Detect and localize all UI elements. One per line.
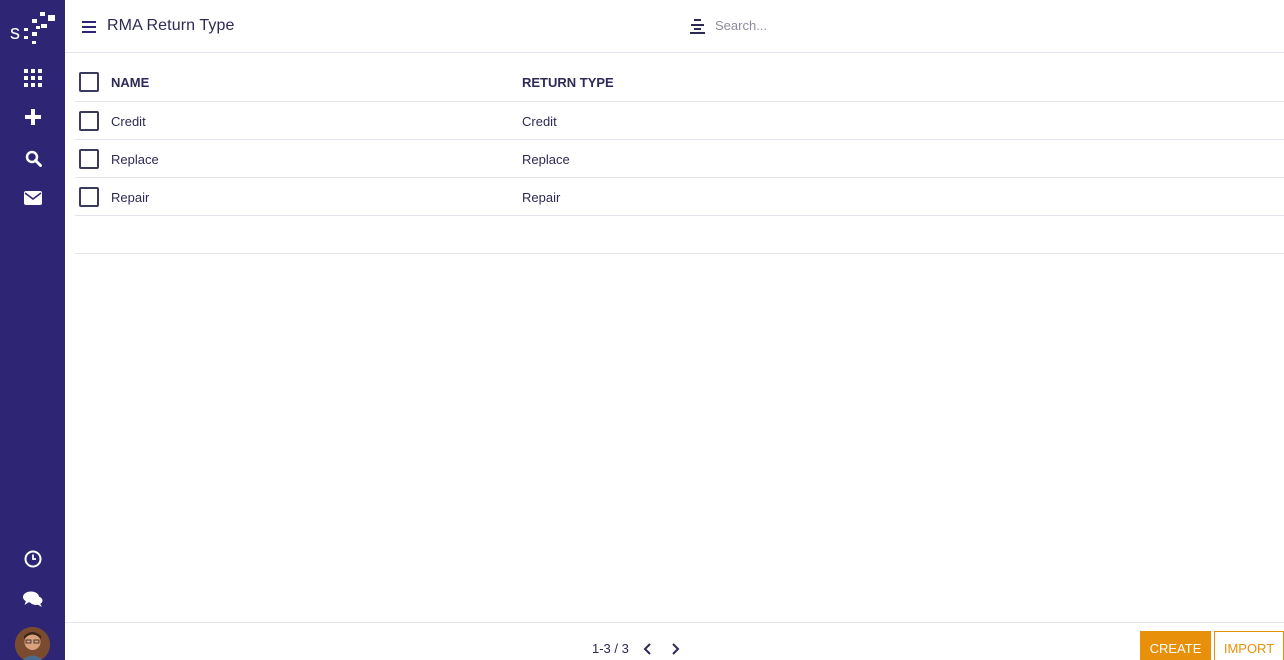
- app-logo[interactable]: s: [8, 8, 58, 50]
- next-page-icon[interactable]: [668, 642, 682, 656]
- row-checkbox[interactable]: [79, 149, 99, 169]
- page-title: RMA Return Type: [107, 17, 235, 34]
- table-row[interactable]: Replace Replace: [75, 140, 1284, 178]
- row-checkbox[interactable]: [79, 111, 99, 131]
- cell-name: Repair: [111, 190, 150, 205]
- top-bar: RMA Return Type: [65, 0, 1284, 53]
- table-row[interactable]: Credit Credit: [75, 102, 1284, 140]
- table-row[interactable]: Repair Repair: [75, 178, 1284, 216]
- plus-icon[interactable]: [20, 104, 46, 130]
- table-header-row: NAME RETURN TYPE: [75, 62, 1284, 102]
- column-header-return-type[interactable]: RETURN TYPE: [522, 75, 614, 90]
- column-header-name[interactable]: NAME: [111, 75, 149, 90]
- table-empty-row: [75, 216, 1284, 254]
- pagination-label: 1-3 / 3: [592, 641, 629, 656]
- previous-page-icon[interactable]: [641, 642, 655, 656]
- cell-return-type: Replace: [522, 152, 570, 167]
- cell-return-type: Credit: [522, 114, 557, 129]
- hamburger-menu-icon[interactable]: [82, 20, 97, 34]
- search-icon[interactable]: [20, 145, 46, 171]
- import-button[interactable]: IMPORT: [1214, 631, 1284, 660]
- filter-icon[interactable]: [689, 18, 706, 35]
- create-button[interactable]: CREATE: [1140, 631, 1211, 660]
- sidebar: s: [0, 0, 65, 660]
- row-checkbox[interactable]: [79, 187, 99, 207]
- mail-icon[interactable]: [20, 185, 46, 211]
- search-input[interactable]: [715, 14, 1015, 36]
- cell-return-type: Repair: [522, 190, 561, 205]
- records-table: NAME RETURN TYPE Credit Credit Replace R…: [75, 62, 1284, 254]
- chat-icon[interactable]: [20, 586, 46, 612]
- cell-name: Replace: [111, 152, 159, 167]
- select-all-checkbox[interactable]: [79, 72, 99, 92]
- cell-name: Credit: [111, 114, 146, 129]
- avatar[interactable]: [15, 627, 50, 660]
- clock-icon[interactable]: [20, 546, 46, 572]
- footer-bar: 1-3 / 3 CREATE IMPORT: [65, 622, 1284, 660]
- apps-grid-icon[interactable]: [20, 65, 46, 91]
- svg-text:s: s: [10, 22, 20, 44]
